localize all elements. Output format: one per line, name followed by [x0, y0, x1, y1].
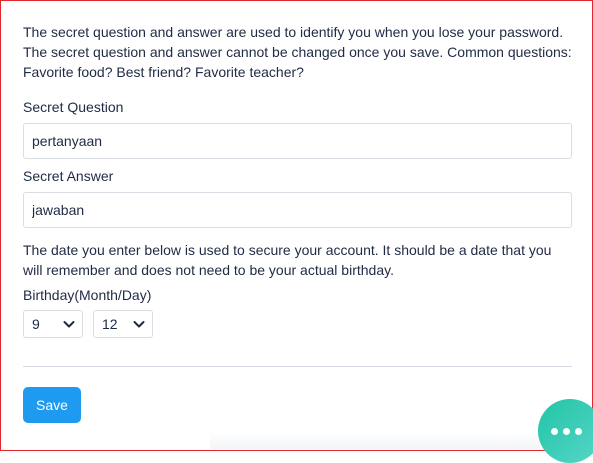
birthday-month-select[interactable]: 9 [23, 310, 83, 338]
more-dots-icon [562, 427, 570, 435]
more-dots-icon [550, 427, 558, 435]
birthday-month-value: 9 [32, 316, 40, 332]
birthday-day-select[interactable]: 12 [93, 310, 153, 338]
secret-question-input[interactable] [23, 123, 572, 159]
secret-question-description: The secret question and answer are used … [23, 24, 572, 80]
security-form: The secret question and answer are used … [23, 22, 572, 338]
birthday-description: The date you enter below is used to secu… [23, 242, 552, 278]
more-dots-icon [574, 427, 582, 435]
bottom-shadow [210, 432, 540, 449]
birthday-selects: 9 12 [23, 310, 572, 338]
save-button[interactable]: Save [23, 387, 81, 423]
secret-answer-label: Secret Answer [23, 168, 114, 184]
birthday-label: Birthday(Month/Day) [23, 287, 152, 303]
secret-answer-input[interactable] [23, 192, 572, 228]
chat-button[interactable] [538, 399, 593, 463]
form-divider [23, 366, 572, 367]
birthday-day-value: 12 [102, 316, 118, 332]
chevron-down-icon [63, 321, 75, 328]
secret-question-label: Secret Question [23, 99, 124, 115]
chevron-down-icon [133, 321, 145, 328]
